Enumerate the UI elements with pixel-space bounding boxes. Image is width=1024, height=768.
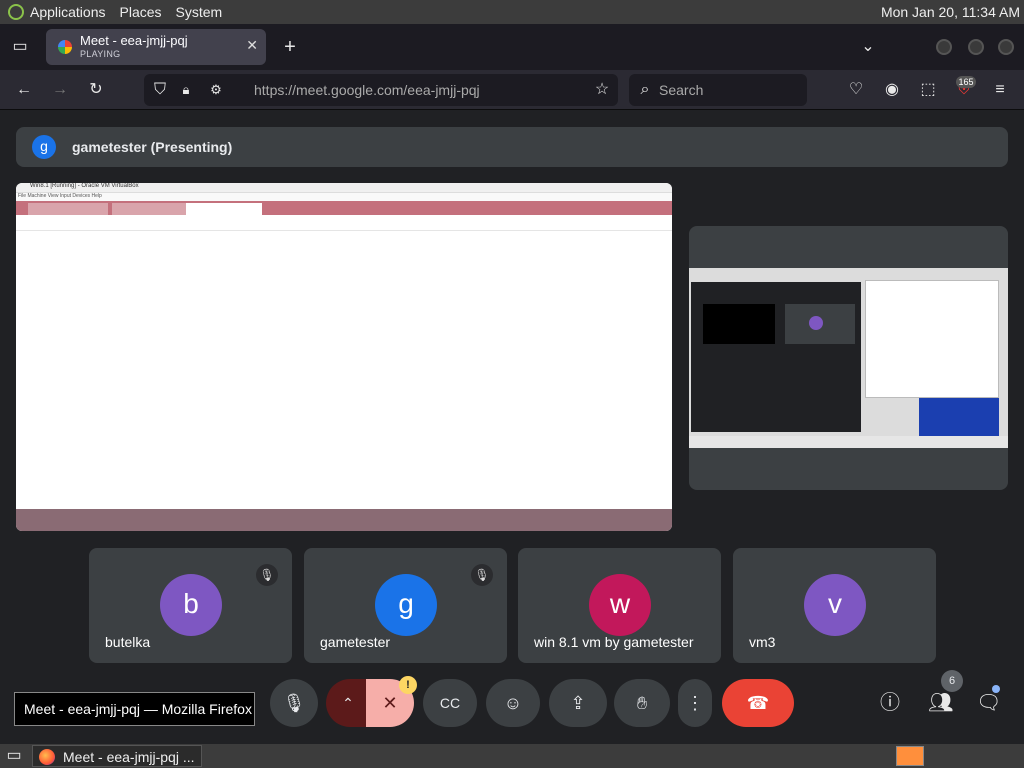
browser-nav-bar: ← → ↻ ⛉ 🔒︎ ⚙ https://meet.google.com/eea… (0, 70, 1024, 110)
search-icon: ⌕ (640, 81, 650, 98)
shared-window-title: Win8.1 [Running] - Oracle VM VirtualBox (16, 183, 672, 193)
url-text[interactable]: https://meet.google.com/eea-jmjj-pqj (254, 82, 480, 98)
url-bar[interactable]: ⛉ 🔒︎ ⚙ https://meet.google.com/eea-jmjj-… (144, 74, 618, 106)
distro-logo-icon[interactable] (8, 4, 24, 20)
system-bottom-panel: ▭ Meet - eea-jmjj-pqj ... (0, 744, 1024, 768)
meet-favicon-icon (58, 40, 72, 54)
participant-tile-vm3[interactable]: v vm3 (733, 548, 936, 663)
menu-applications[interactable]: Applications (30, 4, 106, 20)
shared-screen-thumbnail[interactable] (689, 226, 1008, 490)
mic-muted-icon: 🎙︎ (256, 564, 278, 586)
tab-meet[interactable]: Meet - eea-jmjj-pqj PLAYING ✕ (46, 29, 266, 65)
participant-tile-win81vm[interactable]: w win 8.1 vm by gametester (518, 548, 721, 663)
meeting-info-icon[interactable]: ⓘ (880, 693, 900, 713)
avatar: g (375, 574, 437, 636)
present-screen-button[interactable]: ⇪ (549, 679, 607, 727)
mic-muted-icon: 🎙︎ (471, 564, 493, 586)
taskbar-item-label: Meet - eea-jmjj-pqj ... (63, 749, 195, 765)
microphone-button[interactable]: 🎙︎ (270, 679, 318, 727)
forward-icon[interactable]: → (50, 80, 70, 100)
chat-notification-dot (992, 685, 1000, 693)
camera-warning-badge: ! (399, 676, 417, 694)
show-desktop-icon[interactable]: ▭ (4, 746, 24, 766)
window-tooltip: Meet - eea-jmjj-pqj — Mozilla Firefox (14, 692, 255, 726)
shared-address-bar (16, 215, 672, 231)
bookmark-star-icon[interactable]: ☆ (592, 80, 612, 100)
people-count-badge: 6 (941, 670, 963, 692)
search-placeholder: Search (659, 82, 704, 98)
extension-count-badge: 165 (956, 76, 976, 88)
tab-overview-icon[interactable]: ▭ (10, 37, 30, 57)
back-icon[interactable]: ← (14, 80, 34, 100)
search-input[interactable]: ⌕ Search (629, 74, 807, 106)
window-minimize-button[interactable] (936, 39, 952, 55)
captions-button[interactable]: CC (423, 679, 477, 727)
lock-icon[interactable]: 🔒︎ (176, 80, 196, 100)
shield-icon[interactable]: ⛉ (150, 80, 170, 100)
clock[interactable]: Mon Jan 20, 11:34 AM (881, 4, 1020, 20)
participant-tile-butelka[interactable]: 🎙︎ b butelka (89, 548, 292, 663)
firefox-icon (39, 749, 55, 765)
participant-name: gametester (320, 634, 391, 650)
tab-playing-label: PLAYING (80, 49, 121, 59)
more-options-button[interactable]: ⋮ (678, 679, 712, 727)
participant-name: win 8.1 vm by gametester (534, 634, 694, 650)
avatar: v (804, 574, 866, 636)
avatar: b (160, 574, 222, 636)
pocket-icon[interactable]: ♡ (846, 80, 866, 100)
shared-window-menu: File Machine View Input Devices Help (16, 193, 672, 201)
shared-windows-taskbar (16, 509, 672, 531)
participant-name: butelka (105, 634, 151, 650)
account-icon[interactable]: ◉ (882, 80, 902, 100)
window-close-button[interactable] (998, 39, 1014, 55)
avatar: w (589, 574, 651, 636)
chat-icon[interactable]: 🗨︎ (976, 693, 1001, 713)
presenter-bar: g gametester (Presenting) (16, 127, 1008, 167)
list-all-tabs-icon[interactable]: ⌄ (858, 37, 878, 57)
raise-hand-button[interactable]: ✋︎ (614, 679, 670, 727)
shared-tab (28, 203, 108, 215)
system-menu: Applications Places System (0, 4, 236, 20)
system-top-panel: Applications Places System Mon Jan 20, 1… (0, 0, 1024, 24)
new-tab-icon[interactable]: + (280, 37, 300, 57)
meet-content: g gametester (Presenting) Win8.1 [Runnin… (0, 111, 1024, 744)
permissions-icon[interactable]: ⚙ (206, 80, 226, 100)
tab-close-icon[interactable]: ✕ (246, 37, 258, 54)
menu-places[interactable]: Places (120, 4, 162, 20)
video-options-button[interactable]: ⌃ (326, 679, 370, 727)
browser-tab-bar: ▭ Meet - eea-jmjj-pqj PLAYING ✕ + ⌄ (0, 24, 1024, 70)
presenter-label: gametester (Presenting) (72, 139, 233, 155)
window-maximize-button[interactable] (968, 39, 984, 55)
menu-system[interactable]: System (176, 4, 223, 20)
shared-screen-main[interactable]: Win8.1 [Running] - Oracle VM VirtualBox … (16, 183, 672, 531)
shared-browser-tabs (16, 201, 672, 215)
workspace-switcher-icon[interactable] (896, 746, 924, 766)
tab-title: Meet - eea-jmjj-pqj (80, 33, 188, 48)
shared-tab (186, 203, 262, 215)
shared-tab (112, 203, 192, 215)
app-menu-icon[interactable]: ≡ (990, 80, 1010, 100)
people-icon[interactable]: 👥︎ (928, 693, 953, 713)
reload-icon[interactable]: ↻ (86, 80, 106, 100)
taskbar-firefox-window[interactable]: Meet - eea-jmjj-pqj ... (32, 745, 202, 767)
extensions-icon[interactable]: ⬚ (918, 80, 938, 100)
leave-call-button[interactable]: ☎︎ (722, 679, 794, 727)
presenter-avatar: g (32, 135, 56, 159)
participant-name: vm3 (749, 634, 776, 650)
reactions-button[interactable]: ☺ (486, 679, 540, 727)
thumbnail-screen (689, 268, 1008, 448)
participant-tile-gametester[interactable]: 🎙︎ g gametester (304, 548, 507, 663)
